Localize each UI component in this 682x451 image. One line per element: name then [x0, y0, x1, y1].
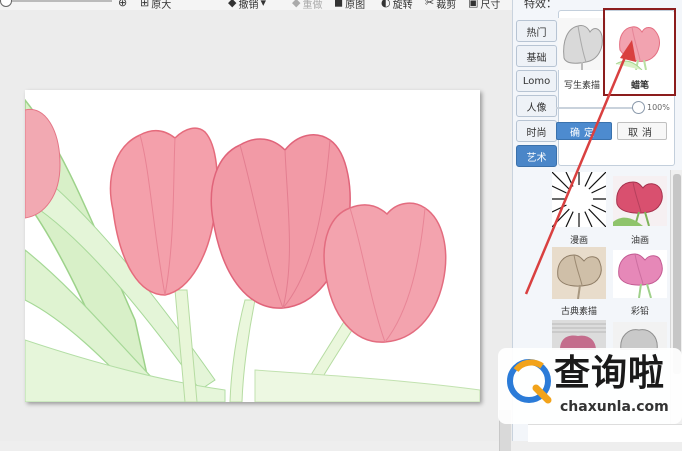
arrow-line	[524, 49, 630, 295]
watermark-logo-icon	[507, 359, 552, 404]
arrow-head	[620, 40, 636, 62]
bottom-panel-area	[528, 424, 682, 442]
watermark: 查询啦 chaxunla.com	[498, 348, 682, 424]
watermark-text: 查询啦	[554, 353, 666, 394]
watermark-url: chaxunla.com	[560, 399, 669, 415]
